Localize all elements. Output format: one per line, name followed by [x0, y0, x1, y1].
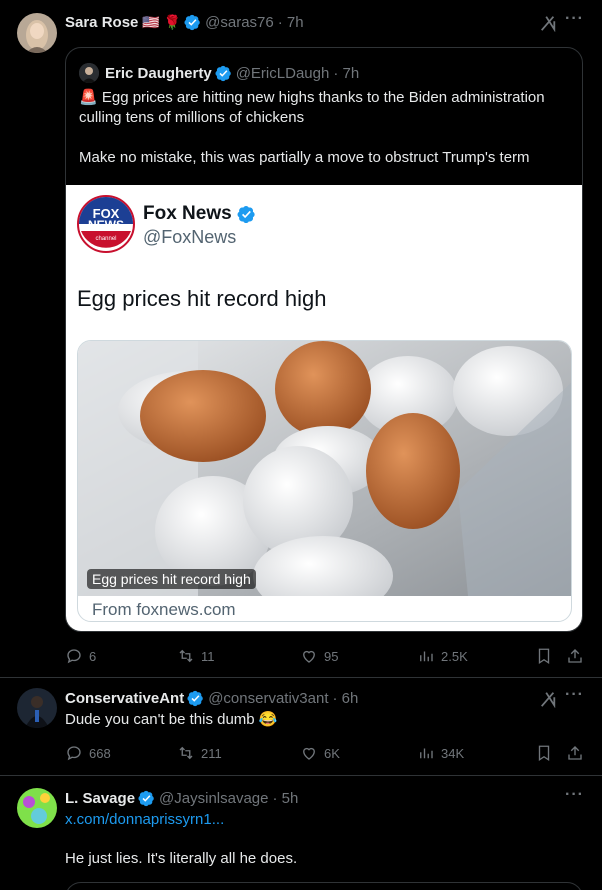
bookmark-button[interactable]	[535, 743, 559, 763]
reply-icon	[67, 649, 81, 664]
quoted-post-text-2: Make no mistake, this was partially a mo…	[79, 149, 530, 166]
author-name[interactable]: Sara Rose	[65, 14, 138, 31]
bookmark-icon	[538, 745, 550, 762]
post-text: Dude you can't be this dumb 😂	[65, 711, 278, 728]
like-count: 95	[324, 648, 339, 664]
avatar[interactable]	[17, 13, 57, 53]
author-name[interactable]: ConservativeAnt	[65, 690, 184, 707]
post-conservativeant[interactable]: ConservativeAnt @conservativ3ant · 6h ··…	[0, 678, 602, 775]
quoted-post-text: 🚨 Egg prices are hitting new highs thank…	[79, 89, 545, 126]
views-button[interactable]: 34K	[417, 743, 464, 763]
like-icon	[303, 747, 315, 760]
share-button[interactable]	[566, 646, 590, 666]
like-count: 6K	[324, 745, 340, 761]
link-card[interactable]: Egg prices hit record high From foxnews.…	[77, 340, 572, 622]
repost-button[interactable]: 11	[177, 646, 215, 666]
post-time[interactable]: · 5h	[273, 790, 299, 807]
reply-count: 668	[89, 745, 111, 761]
post-l-savage[interactable]: L. Savage @Jaysinlsavage · 5h ··· x.com/…	[0, 776, 602, 890]
reply-count: 6	[89, 648, 97, 664]
author-flags: 🇺🇸 🌹	[142, 13, 182, 30]
verified-badge-icon	[237, 205, 255, 223]
verified-badge-icon	[187, 690, 203, 706]
author-handle[interactable]: @Jaysinlsavage	[159, 790, 268, 807]
quoted-author-handle[interactable]: @EricLDaugh	[236, 65, 330, 82]
link-source[interactable]: From foxnews.com	[92, 600, 236, 620]
like-button[interactable]: 6K	[300, 743, 340, 763]
repost-count: 211	[201, 745, 222, 761]
repost-icon	[179, 649, 193, 663]
quoted-author-name[interactable]: Eric Daugherty	[105, 65, 212, 82]
post-actions: 6 11 95 2.5K	[65, 646, 585, 666]
author-name[interactable]: L. Savage	[65, 790, 135, 807]
avatar[interactable]	[17, 788, 57, 828]
avatar[interactable]	[17, 688, 57, 728]
repost-button[interactable]: 211	[177, 743, 222, 763]
post-time[interactable]: · 6h	[333, 690, 359, 707]
more-icon[interactable]: ···	[565, 686, 584, 704]
card-headline: Egg prices hit record high	[77, 286, 327, 311]
card-author-handle: @FoxNews	[143, 227, 237, 247]
embedded-card-top[interactable]	[65, 882, 583, 890]
reply-icon	[67, 746, 81, 761]
card-author-name: Fox News	[143, 203, 232, 224]
post-actions: 668 211 6K 34K	[65, 743, 585, 763]
author-handle[interactable]: @conservativ3ant	[208, 690, 328, 707]
more-icon[interactable]: ···	[565, 10, 584, 28]
share-button[interactable]	[566, 743, 590, 763]
quoted-post[interactable]: Eric Daugherty @EricLDaugh · 7h 🚨 Egg pr…	[65, 47, 583, 632]
image-caption: Egg prices hit record high	[87, 569, 256, 589]
reply-button[interactable]: 668	[65, 743, 111, 763]
share-icon	[568, 746, 582, 760]
author-handle[interactable]: @saras76	[205, 14, 274, 31]
like-icon	[303, 650, 315, 663]
verified-badge-icon	[215, 65, 231, 81]
eggs-image	[78, 341, 571, 596]
fox-news-logo: FOX NEWS channel	[77, 195, 135, 253]
reply-button[interactable]: 6	[65, 646, 96, 666]
svg-text:NEWS: NEWS	[88, 218, 124, 232]
grok-icon[interactable]	[539, 14, 557, 32]
bookmark-button[interactable]	[535, 646, 559, 666]
views-icon	[420, 748, 433, 759]
svg-text:channel: channel	[95, 236, 116, 242]
post-time[interactable]: · 7h	[278, 14, 304, 31]
verified-badge-icon	[138, 790, 154, 806]
bookmark-icon	[538, 648, 550, 665]
views-button[interactable]: 2.5K	[417, 646, 468, 666]
post-sara-rose[interactable]: Sara Rose 🇺🇸 🌹 @saras76 · 7h ··· Eric Da…	[0, 0, 602, 677]
view-count: 34K	[441, 745, 465, 761]
quoted-post-time[interactable]: · 7h	[333, 65, 359, 82]
like-button[interactable]: 95	[300, 646, 338, 666]
post-text: He just lies. It's literally all he does…	[65, 850, 298, 867]
quoted-avatar[interactable]	[79, 63, 99, 83]
more-icon[interactable]: ···	[565, 786, 584, 804]
view-count: 2.5K	[441, 648, 468, 664]
share-icon	[568, 649, 582, 663]
post-link[interactable]: x.com/donnaprissyrn1...	[65, 810, 224, 830]
embedded-tweet-card[interactable]: FOX NEWS channel Fox News @FoxNews Egg p…	[66, 185, 582, 631]
grok-icon[interactable]	[539, 690, 557, 708]
verified-badge-icon	[184, 14, 200, 30]
views-icon	[420, 651, 433, 662]
repost-icon	[179, 746, 193, 760]
repost-count: 11	[201, 648, 215, 664]
